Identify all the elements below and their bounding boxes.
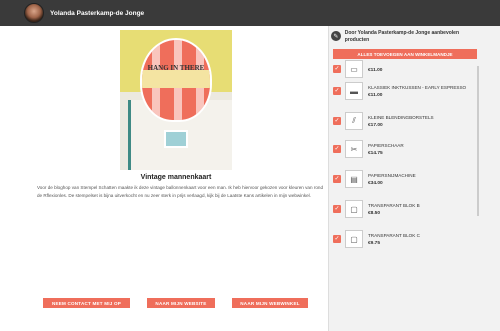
checkbox[interactable]: ✓ [333,175,341,183]
block-icon: ▢ [345,230,363,248]
contact-button[interactable]: NEEM CONTACT MET MIJ OP [43,298,130,308]
card-photo: HANG IN THERE [120,30,232,170]
page-title: Vintage mannenkaart [140,174,212,181]
product-item[interactable]: ✓ ▤ PAPIERSNIJMACHINE €34.00 [333,168,493,190]
product-item[interactable]: ✓ ⫽ KLEINE BLENDINGBORSTELS €17.00 [333,110,493,132]
product-name: TRANSPARANT BLOK C [368,232,420,238]
product-item[interactable]: ✓ ▢ TRANSPARANT BLOK B €8.50 [333,198,493,220]
checkbox[interactable]: ✓ [333,145,341,153]
add-all-button[interactable]: ALLES TOEVOEGEN AAN WINKELMANDJE [333,49,477,59]
product-price: €11.00 [368,92,383,98]
balloon-illustration [140,38,212,122]
checkbox[interactable]: ✓ [333,235,341,243]
cushion-icon: ▭ [345,60,363,78]
checkbox[interactable]: ✓ [333,117,341,125]
product-item[interactable]: ✓ ✂ PAPIERSCHAAR €14.75 [333,138,493,160]
product-price: €17.00 [368,122,383,128]
main-content: HANG IN THERE Vintage mannenkaart Voor d… [0,26,328,331]
website-button[interactable]: NAAR MIJN WEBSITE [147,298,215,308]
webshop-button[interactable]: NAAR MIJN WEBWINKEL [232,298,308,308]
product-name: PAPIERSCHAAR [368,142,404,148]
pencil-icon: ✎ [331,31,341,41]
sidebar-heading: Door Yolanda Pasterkamp-de Jonge aanbevo… [344,30,460,43]
product-item[interactable]: ✓ ▢ TRANSPARANT BLOK C €9.75 [333,228,493,250]
avatar[interactable] [24,3,44,23]
product-price: €9.75 [368,240,381,246]
product-name: KLASSIEK INKTKUSSEN - EARLY ESPRESSO [368,84,467,90]
product-price: €8.50 [368,210,381,216]
checkbox[interactable]: ✓ [333,87,341,95]
product-name: KLEINE BLENDINGBORSTELS [368,114,434,120]
description: Voor de bloghop van Stempel Schatten maa… [37,185,324,198]
top-bar: Yolanda Pasterkamp-de Jonge [0,0,500,26]
block-icon: ▢ [345,200,363,218]
product-price: €34.00 [368,180,383,186]
checkbox[interactable]: ✓ [333,205,341,213]
user-name[interactable]: Yolanda Pasterkamp-de Jonge [50,10,144,17]
ink-pad-icon: ▬ [345,82,363,100]
scissors-icon: ✂ [345,140,363,158]
product-price: €11.00 [368,68,383,73]
product-name: TRANSPARANT BLOK B [368,202,420,208]
recommended-sidebar: ✎ Door Yolanda Pasterkamp-de Jonge aanbe… [328,26,500,331]
product-item[interactable]: ✓ ▬ KLASSIEK INKTKUSSEN - EARLY ESPRESSO… [333,80,493,102]
brush-icon: ⫽ [345,112,363,130]
product-name: PAPIERSNIJMACHINE [368,172,416,178]
balloon-basket [164,130,188,148]
photo-sentiment: HANG IN THERE [147,64,205,72]
checkbox[interactable]: ✓ [333,65,341,73]
sidebar-header: ✎ Door Yolanda Pasterkamp-de Jonge aanbe… [331,30,481,44]
product-price: €14.75 [368,150,383,156]
product-item[interactable]: ✓ ▭ €11.00 [333,58,493,80]
paper-trimmer-icon: ▤ [345,170,363,188]
